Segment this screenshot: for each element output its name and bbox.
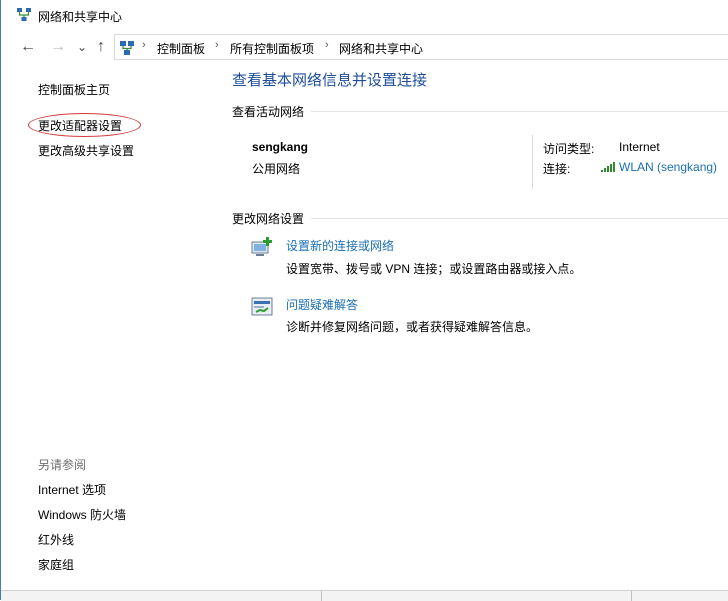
control-panel-home-link[interactable]: 控制面板主页 — [38, 81, 110, 98]
breadcrumb-separator-icon[interactable]: › — [215, 39, 219, 51]
network-sharing-center-window: 网络和共享中心 ← → ⌄ ↑ › 控制面板 › 所有控制面板项 › 网络和共享… — [0, 0, 728, 601]
wlan-connection-text: WLAN (sengkang) — [619, 160, 718, 174]
back-button[interactable]: ← — [19, 38, 37, 56]
title-bar[interactable]: 网络和共享中心 — [1, 0, 728, 30]
infrared-link[interactable]: 红外线 — [38, 531, 74, 548]
breadcrumb-all-items[interactable]: 所有控制面板项 — [230, 40, 314, 57]
section-divider — [311, 218, 728, 219]
forward-button[interactable]: → — [49, 38, 67, 56]
breadcrumb-separator-icon[interactable]: › — [325, 39, 329, 51]
page-title: 查看基本网络信息并设置连接 — [232, 72, 428, 89]
breadcrumb-control-panel[interactable]: 控制面板 — [157, 40, 205, 57]
background-window-strip — [1, 590, 728, 601]
left-navigation-pane: 控制面板主页 更改适配器设置 更改高级共享设置 另请参阅 Internet 选项… — [1, 60, 221, 600]
window-title: 网络和共享中心 — [38, 10, 123, 24]
setup-new-connection-desc: 设置宽带、拨号或 VPN 连接；或设置路由器或接入点。 — [286, 262, 582, 276]
breadcrumb-network-center[interactable]: 网络和共享中心 — [339, 40, 423, 57]
change-adapter-settings-link[interactable]: 更改适配器设置 — [38, 117, 122, 134]
troubleshoot-link[interactable]: 问题疑难解答 — [286, 296, 358, 313]
active-networks-heading: 查看活动网络 — [232, 105, 305, 119]
up-button[interactable]: ↑ — [92, 38, 110, 56]
section-divider — [311, 111, 728, 112]
recent-locations-dropdown[interactable]: ⌄ — [73, 38, 91, 56]
navigation-bar: ← → ⌄ ↑ › 控制面板 › 所有控制面板项 › 网络和共享中心 — [1, 34, 728, 60]
internet-options-link[interactable]: Internet 选项 — [38, 481, 106, 498]
troubleshoot-desc: 诊断并修复网络问题，或者获得疑难解答信息。 — [286, 320, 539, 334]
access-type-label: 访问类型: — [543, 142, 595, 156]
homegroup-link[interactable]: 家庭组 — [38, 556, 74, 573]
change-advanced-sharing-link[interactable]: 更改高级共享设置 — [38, 142, 134, 159]
breadcrumb-separator-icon[interactable]: › — [142, 39, 146, 51]
network-icon — [17, 8, 31, 21]
wlan-connection-link[interactable]: WLAN (sengkang) — [601, 160, 717, 174]
troubleshoot-icon — [251, 297, 273, 316]
network-name: sengkang — [252, 140, 309, 154]
wifi-signal-icon — [601, 162, 615, 172]
main-content: 查看基本网络信息并设置连接 查看活动网络 sengkang 公用网络 访问类型:… — [221, 60, 728, 600]
setup-new-connection-link[interactable]: 设置新的连接或网络 — [286, 237, 394, 254]
windows-firewall-link[interactable]: Windows 防火墙 — [38, 506, 126, 523]
new-connection-icon — [251, 237, 272, 256]
change-network-settings-heading: 更改网络设置 — [232, 212, 305, 226]
see-also-heading: 另请参阅 — [38, 458, 87, 472]
control-panel-icon — [120, 41, 134, 55]
address-bar[interactable]: › 控制面板 › 所有控制面板项 › 网络和共享中心 — [114, 34, 728, 60]
network-type-link[interactable]: 公用网络 — [252, 160, 300, 177]
connection-label: 连接: — [543, 162, 571, 176]
access-type-value: Internet — [619, 140, 660, 154]
network-divider — [532, 135, 533, 189]
